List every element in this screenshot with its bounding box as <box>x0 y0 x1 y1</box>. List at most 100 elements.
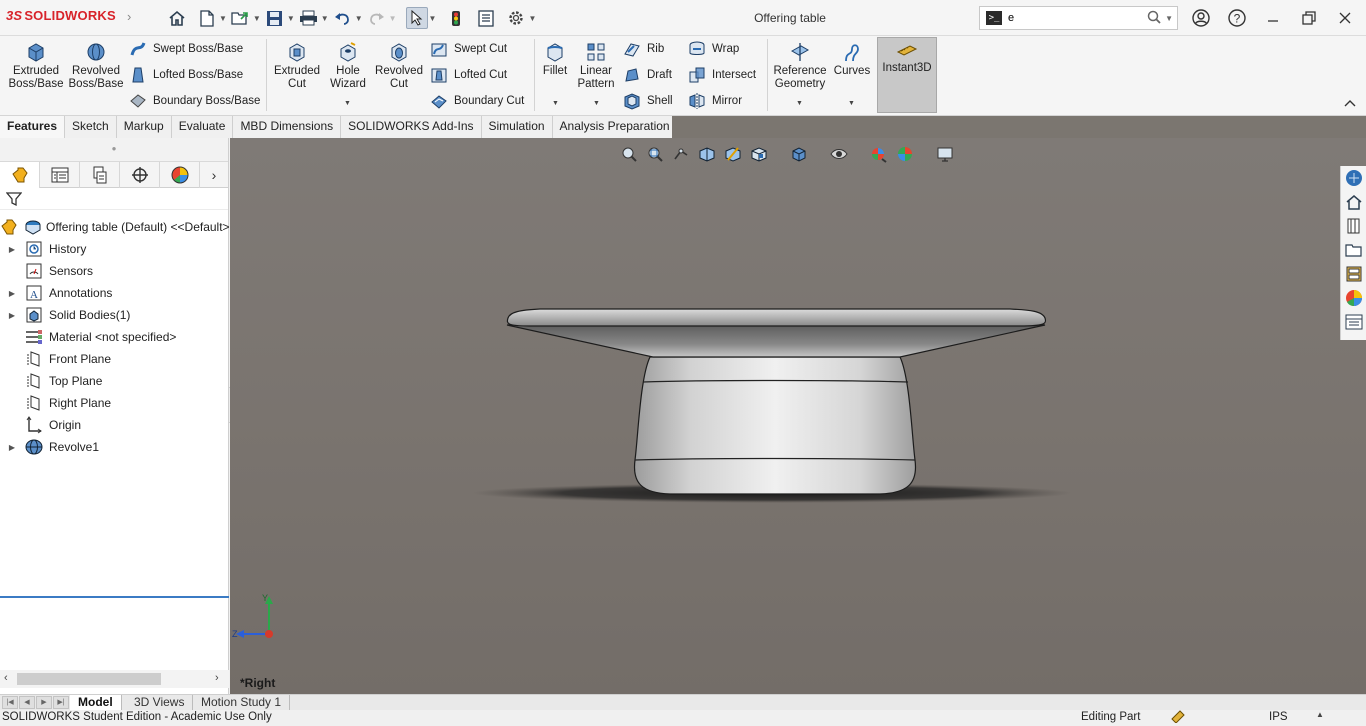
dimxpert-manager-tab[interactable] <box>120 162 160 188</box>
linear-pattern-dropdown-icon[interactable]: ▼ <box>593 100 600 107</box>
tree-item-front-plane[interactable]: Front Plane <box>0 348 229 370</box>
revolved-boss-button[interactable]: Revolved Boss/Base <box>68 41 124 91</box>
draft-button[interactable]: Draft <box>623 65 672 85</box>
scroll-left-icon[interactable]: ‹ <box>4 672 8 684</box>
tree-item-revolve1[interactable]: ▶ Revolve1 <box>0 436 229 458</box>
tab-3d-views[interactable]: 3D Views <box>126 695 194 711</box>
scroll-right-icon[interactable]: › <box>215 672 219 684</box>
redo-icon[interactable] <box>366 7 388 29</box>
units-display[interactable]: IPS <box>1269 711 1288 723</box>
new-dropdown-icon[interactable]: ▼ <box>219 14 227 23</box>
mirror-button[interactable]: Mirror <box>688 91 742 111</box>
reference-geometry-button[interactable]: Reference Geometry <box>771 41 829 91</box>
redo-dropdown-icon[interactable]: ▼ <box>389 14 397 23</box>
curves-button[interactable]: Curves <box>831 41 873 78</box>
boundary-boss-button[interactable]: Boundary Boss/Base <box>129 91 260 111</box>
options-dropdown-icon[interactable]: ▼ <box>528 14 536 23</box>
last-tab-arrow-icon[interactable]: ▶| <box>53 696 69 709</box>
expand-arrow-icon[interactable]: ▶ <box>0 245 24 254</box>
tree-root-part[interactable]: Offering table (Default) <<Default> <box>0 216 229 238</box>
home-icon[interactable] <box>1341 190 1366 214</box>
file-properties-icon[interactable] <box>475 7 497 29</box>
intersect-button[interactable]: Intersect <box>688 65 756 85</box>
extruded-cut-button[interactable]: Extruded Cut <box>270 41 324 91</box>
tab-simulation[interactable]: Simulation <box>481 116 553 138</box>
print-dropdown-icon[interactable]: ▼ <box>321 14 329 23</box>
display-manager-tab[interactable] <box>160 162 200 188</box>
tab-features[interactable]: Features <box>0 116 66 138</box>
rebuild-traffic-light-icon[interactable] <box>445 7 467 29</box>
custom-properties-icon[interactable] <box>1341 310 1366 334</box>
property-manager-tab[interactable] <box>40 162 80 188</box>
first-tab-arrow-icon[interactable]: |◀ <box>2 696 18 709</box>
linear-pattern-button[interactable]: Linear Pattern <box>574 41 618 91</box>
configuration-manager-tab[interactable] <box>80 162 120 188</box>
panel-drag-handle[interactable]: ● <box>0 138 228 162</box>
next-tab-arrow-icon[interactable]: ▶ <box>36 696 52 709</box>
graphics-area[interactable]: ⊏ ⊐ – ❐ ✕ <box>230 138 1366 694</box>
tab-markup[interactable]: Markup <box>116 116 172 138</box>
tab-evaluate[interactable]: Evaluate <box>171 116 234 138</box>
save-dropdown-icon[interactable]: ▼ <box>287 14 295 23</box>
tree-item-solid-bodies-1[interactable]: ▶ Solid Bodies(1) <box>0 304 229 326</box>
tab-motion-study-1[interactable]: Motion Study 1 <box>193 695 291 711</box>
tab-analysis-preparation[interactable]: Analysis Preparation <box>552 116 678 138</box>
tab-solidworks-add-ins[interactable]: SOLIDWORKS Add-Ins <box>341 116 482 138</box>
close-icon[interactable] <box>1333 8 1357 28</box>
boundary-cut-button[interactable]: Boundary Cut <box>430 91 524 111</box>
tree-filter-row[interactable] <box>0 188 228 210</box>
fillet-button[interactable]: Fillet <box>538 41 572 78</box>
open-dropdown-icon[interactable]: ▼ <box>253 14 261 23</box>
tab-mbd-dimensions[interactable]: MBD Dimensions <box>233 116 342 138</box>
tree-item-sensors[interactable]: Sensors <box>0 260 229 282</box>
units-dropdown-icon[interactable]: ▲ <box>1316 710 1324 719</box>
undo-icon[interactable] <box>332 7 354 29</box>
options-gear-icon[interactable] <box>505 7 527 29</box>
tree-item-history[interactable]: ▶ History <box>0 238 229 260</box>
swept-boss-button[interactable]: Swept Boss/Base <box>129 39 243 59</box>
solidworks-logo[interactable]: 3S SOLIDWORKS <box>6 8 116 23</box>
tree-item-material-not-specified[interactable]: Material <not specified> <box>0 326 229 348</box>
extruded-boss-button[interactable]: Extruded Boss/Base <box>4 41 68 91</box>
expand-arrow-icon[interactable]: ▶ <box>0 443 24 452</box>
minimize-icon[interactable] <box>1261 8 1285 28</box>
search-box[interactable]: >_ ▼ <box>979 6 1178 30</box>
design-library-icon[interactable] <box>1341 214 1366 238</box>
lofted-cut-button[interactable]: Lofted Cut <box>430 65 507 85</box>
hole-wizard-dropdown-icon[interactable]: ▼ <box>344 100 351 107</box>
tab-sketch[interactable]: Sketch <box>65 116 117 138</box>
horizontal-scrollbar[interactable]: ‹ › <box>0 670 229 688</box>
file-explorer-icon[interactable] <box>1341 238 1366 262</box>
rollback-bar[interactable] <box>0 596 229 598</box>
scrollbar-thumb[interactable] <box>17 673 161 685</box>
tree-item-origin[interactable]: Origin <box>0 414 229 436</box>
tree-item-right-plane[interactable]: Right Plane <box>0 392 229 414</box>
help-icon[interactable]: ? <box>1225 8 1249 28</box>
collapse-ribbon-chevron-up-icon[interactable] <box>1344 96 1356 110</box>
search-input[interactable] <box>1008 12 1143 24</box>
undo-dropdown-icon[interactable]: ▼ <box>355 14 363 23</box>
revolved-cut-button[interactable]: Revolved Cut <box>372 41 426 91</box>
wrap-button[interactable]: Wrap <box>688 39 739 59</box>
search-icon[interactable] <box>1147 10 1161 27</box>
open-file-icon[interactable] <box>230 7 252 29</box>
tree-item-annotations[interactable]: ▶ A Annotations <box>0 282 229 304</box>
panel-tabs-more-chevron-icon[interactable]: › <box>200 162 228 188</box>
rebuild-status-icon[interactable] <box>1170 709 1186 726</box>
lofted-boss-button[interactable]: Lofted Boss/Base <box>129 65 243 85</box>
home-icon[interactable] <box>166 7 188 29</box>
instant3d-button[interactable]: Instant3D <box>877 37 937 113</box>
hole-wizard-button[interactable]: Hole Wizard <box>324 41 372 91</box>
filter-icon[interactable] <box>6 191 22 207</box>
select-pointer-icon[interactable] <box>405 7 428 29</box>
new-document-icon[interactable] <box>196 7 218 29</box>
reference-geometry-dropdown-icon[interactable]: ▼ <box>796 100 803 107</box>
tab-model[interactable]: Model <box>70 695 122 711</box>
tree-item-top-plane[interactable]: Top Plane <box>0 370 229 392</box>
solidworks-resources-icon[interactable] <box>1341 166 1366 190</box>
shell-button[interactable]: Shell <box>623 91 673 111</box>
model-offering-table[interactable] <box>230 138 1366 694</box>
swept-cut-button[interactable]: Swept Cut <box>430 39 507 59</box>
expand-arrow-icon[interactable]: ▶ <box>0 311 24 320</box>
menu-expand-arrow-icon[interactable]: › <box>127 9 131 24</box>
